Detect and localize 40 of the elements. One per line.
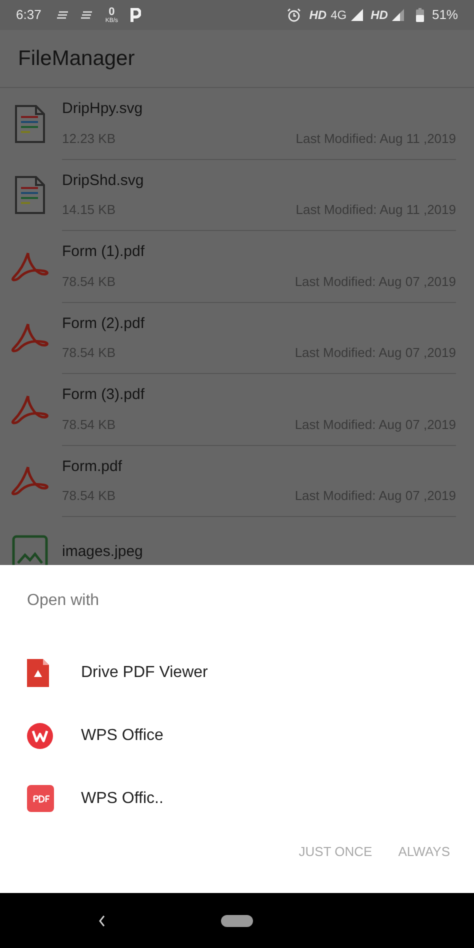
document-icon [15, 104, 45, 143]
signal-icon [392, 9, 404, 21]
pdf-icon [11, 250, 49, 283]
app-title: FileManager [18, 46, 135, 72]
speed-value: 0 [108, 6, 115, 18]
pdf-icon [11, 465, 49, 498]
notification-icon [57, 11, 70, 19]
sheet-title: Open with [27, 591, 100, 611]
alarm-icon [287, 8, 302, 22]
pdf-icon [27, 785, 54, 812]
p-logo-icon [130, 8, 141, 22]
app-name: WPS Offic.. [81, 788, 164, 808]
network-label: HD [309, 7, 327, 24]
app-option[interactable]: WPS Offic.. [0, 767, 474, 830]
w-logo-icon [27, 722, 53, 748]
back-icon[interactable] [98, 914, 106, 926]
file-name: DripShd.svg [62, 170, 145, 191]
battery-level: 51% [432, 6, 458, 24]
file-name: DripHpy.svg [62, 99, 144, 120]
image-icon [12, 534, 48, 565]
clock: 6:37 [16, 6, 42, 24]
app-option[interactable]: Drive PDF Viewer [0, 641, 474, 704]
signal-icon [350, 9, 363, 21]
network-label: HD [370, 7, 388, 24]
battery-icon [416, 8, 424, 22]
file-name: Form.pdf [62, 456, 124, 477]
home-button[interactable] [221, 914, 253, 926]
document-icon [15, 176, 45, 214]
file-name: images.jpeg [62, 542, 144, 562]
file-name: Form (1).pdf [62, 242, 146, 262]
pdf-icon [11, 394, 49, 426]
file-name: Form (2).pdf [62, 314, 146, 334]
app-option[interactable]: WPS Office [0, 704, 474, 767]
notification-icon [81, 11, 94, 19]
network-type: 4G [330, 7, 347, 24]
file-name: Form (3).pdf [62, 385, 146, 406]
app-name: WPS Office [81, 726, 164, 746]
pdf-document-icon [27, 658, 49, 686]
app-name: Drive PDF Viewer [81, 662, 208, 682]
pdf-icon [11, 322, 49, 354]
